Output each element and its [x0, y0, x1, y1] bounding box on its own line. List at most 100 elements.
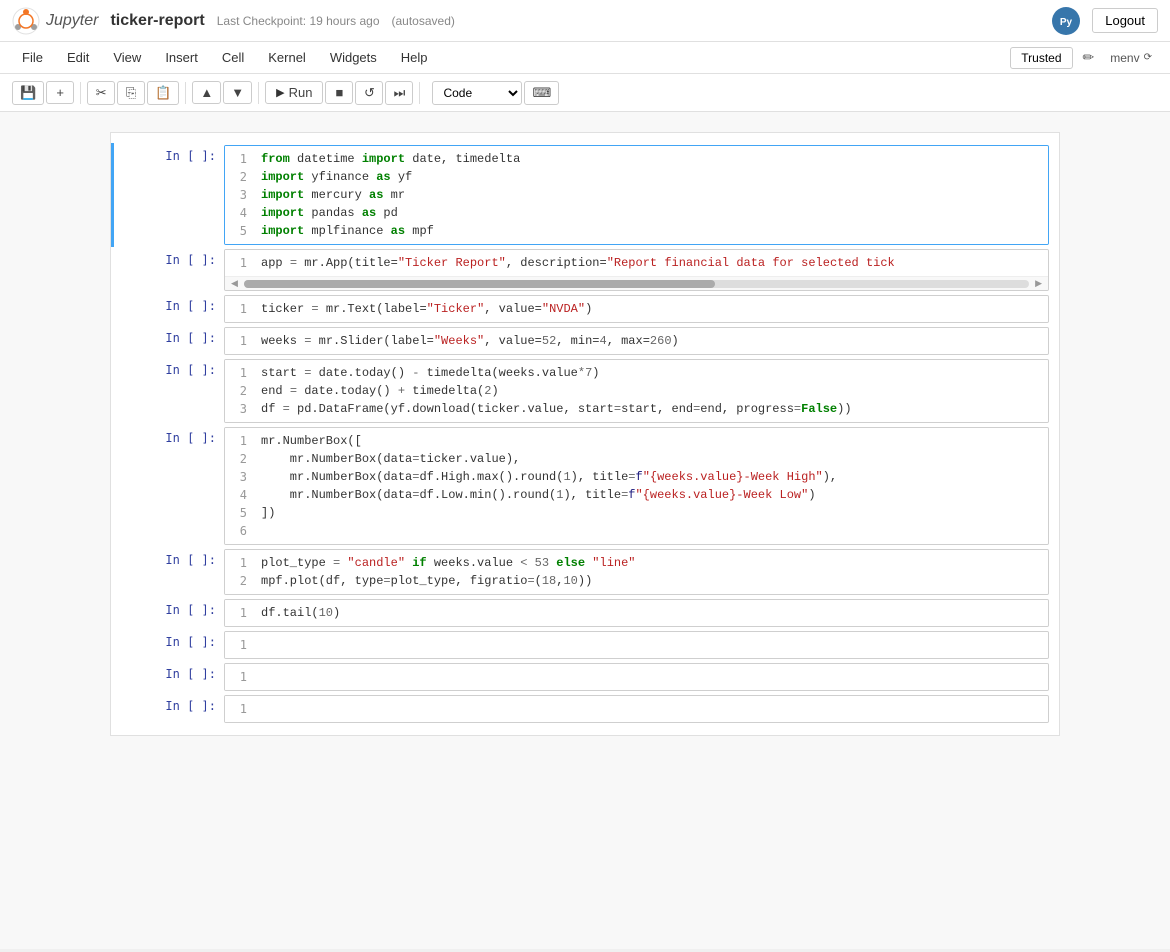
move-up-button[interactable]: ▲: [192, 81, 221, 104]
menu-kernel[interactable]: Kernel: [258, 46, 316, 69]
cell-1-content[interactable]: 12345 from datetime import date, timedel…: [224, 145, 1049, 245]
cell-1-label: In [ ]:: [114, 145, 224, 163]
menu-cell[interactable]: Cell: [212, 46, 254, 69]
scroll-track[interactable]: [244, 280, 1029, 288]
cell-1-line-numbers: 12345: [225, 146, 255, 244]
restart-button[interactable]: ↺: [355, 81, 383, 105]
cell-8-code[interactable]: df.tail(10): [255, 600, 1048, 626]
cell-7-code[interactable]: plot_type = "candle" if weeks.value < 53…: [255, 550, 1048, 594]
menu-help[interactable]: Help: [391, 46, 438, 69]
cell-7[interactable]: In [ ]: 12 plot_type = "candle" if weeks…: [111, 547, 1059, 597]
cell-11-content[interactable]: 1: [224, 695, 1049, 723]
cell-5-content[interactable]: 123 start = date.today() - timedelta(wee…: [224, 359, 1049, 423]
cell-3-line-numbers: 1: [225, 296, 255, 322]
cell-3-code[interactable]: ticker = mr.Text(label="Ticker", value="…: [255, 296, 1048, 322]
cell-6[interactable]: In [ ]: 123456 mr.NumberBox([ mr.NumberB…: [111, 425, 1059, 547]
cell-3[interactable]: In [ ]: 1 ticker = mr.Text(label="Ticker…: [111, 293, 1059, 325]
cell-8-line-numbers: 1: [225, 600, 255, 626]
menu-edit[interactable]: Edit: [57, 46, 99, 69]
cell-11[interactable]: In [ ]: 1: [111, 693, 1059, 725]
cell-2-code[interactable]: app = mr.App(title="Ticker Report", desc…: [255, 250, 1048, 276]
interrupt-button[interactable]: ■: [325, 81, 353, 104]
cell-11-code[interactable]: [255, 696, 1048, 722]
cell-9-line-numbers: 1: [225, 632, 255, 658]
cell-4-code[interactable]: weeks = mr.Slider(label="Weeks", value=5…: [255, 328, 1048, 354]
cell-4-content[interactable]: 1 weeks = mr.Slider(label="Weeks", value…: [224, 327, 1049, 355]
cell-6-code[interactable]: mr.NumberBox([ mr.NumberBox(data=ticker.…: [255, 428, 1048, 544]
cell-2-label: In [ ]:: [114, 249, 224, 267]
autosaved-text: (autosaved): [392, 14, 455, 28]
cell-10-content[interactable]: 1: [224, 663, 1049, 691]
cell-3-content[interactable]: 1 ticker = mr.Text(label="Ticker", value…: [224, 295, 1049, 323]
edit-pencil-button[interactable]: ✏: [1077, 47, 1101, 68]
scroll-right-icon[interactable]: ▶: [1033, 278, 1044, 289]
checkpoint-info: Last Checkpoint: 19 hours ago: [217, 14, 380, 28]
cell-2-line-numbers: 1: [225, 250, 255, 276]
separator-3: [258, 82, 259, 104]
python-logo: Py: [1052, 7, 1080, 35]
cell-10-code[interactable]: [255, 664, 1048, 690]
cell-7-line-numbers: 12: [225, 550, 255, 594]
cell-4[interactable]: In [ ]: 1 weeks = mr.Slider(label="Weeks…: [111, 325, 1059, 357]
paste-button[interactable]: 📋: [147, 81, 179, 105]
cell-8[interactable]: In [ ]: 1 df.tail(10): [111, 597, 1059, 629]
save-button[interactable]: 💾: [12, 81, 44, 105]
trusted-button[interactable]: Trusted: [1010, 47, 1072, 69]
cell-4-label: In [ ]:: [114, 327, 224, 345]
scroll-thumb: [244, 280, 715, 288]
cell-8-content[interactable]: 1 df.tail(10): [224, 599, 1049, 627]
jupyter-logo: Jupyter: [12, 7, 98, 35]
cell-3-label: In [ ]:: [114, 295, 224, 313]
cell-9-content[interactable]: 1: [224, 631, 1049, 659]
cell-9-code[interactable]: [255, 632, 1048, 658]
cell-2-scrollbar[interactable]: ◀ ▶: [225, 276, 1048, 290]
menu-file[interactable]: File: [12, 46, 53, 69]
cell-6-line-numbers: 123456: [225, 428, 255, 544]
cell-10[interactable]: In [ ]: 1: [111, 661, 1059, 693]
run-icon: ▶: [276, 86, 284, 99]
menubar: File Edit View Insert Cell Kernel Widget…: [0, 42, 1170, 74]
copy-button[interactable]: ⎘: [117, 81, 145, 105]
cell-1[interactable]: In [ ]: 12345 from datetime import date,…: [111, 143, 1059, 247]
cell-8-label: In [ ]:: [114, 599, 224, 617]
menu-insert[interactable]: Insert: [155, 46, 208, 69]
notebook-inner: In [ ]: 12345 from datetime import date,…: [110, 132, 1060, 736]
cell-4-line-numbers: 1: [225, 328, 255, 354]
jupyter-text: Jupyter: [46, 12, 98, 30]
cell-9[interactable]: In [ ]: 1: [111, 629, 1059, 661]
notebook-title[interactable]: ticker-report: [110, 12, 204, 30]
topbar: Jupyter ticker-report Last Checkpoint: 1…: [0, 0, 1170, 42]
toolbar: 💾 + ✂ ⎘ 📋 ▲ ▼ ▶ Run ■ ↺ ⏭ Code Markdown …: [0, 74, 1170, 112]
menu-view[interactable]: View: [103, 46, 151, 69]
separator-4: [419, 82, 420, 104]
scroll-left-icon[interactable]: ◀: [229, 278, 240, 289]
run-label: Run: [289, 85, 313, 100]
menv-button[interactable]: menv ⟳: [1104, 48, 1158, 68]
cell-9-label: In [ ]:: [114, 631, 224, 649]
svg-text:Py: Py: [1060, 17, 1073, 28]
cell-10-line-numbers: 1: [225, 664, 255, 690]
run-button[interactable]: ▶ Run: [265, 81, 323, 104]
cell-6-label: In [ ]:: [114, 427, 224, 445]
move-down-button[interactable]: ▼: [223, 81, 252, 104]
cell-1-code[interactable]: from datetime import date, timedelta imp…: [255, 146, 1048, 244]
keyboard-button[interactable]: ⌨: [524, 81, 559, 105]
restart-run-button[interactable]: ⏭: [385, 81, 413, 105]
logout-button[interactable]: Logout: [1092, 8, 1158, 33]
cut-button[interactable]: ✂: [87, 81, 115, 105]
cell-5[interactable]: In [ ]: 123 start = date.today() - timed…: [111, 357, 1059, 425]
cell-type-select[interactable]: Code Markdown Raw: [432, 81, 522, 105]
jupyter-icon: [12, 7, 40, 35]
cell-2[interactable]: In [ ]: 1 app = mr.App(title="Ticker Rep…: [111, 247, 1059, 293]
cell-11-line-numbers: 1: [225, 696, 255, 722]
cell-5-line-numbers: 123: [225, 360, 255, 422]
cell-2-content[interactable]: 1 app = mr.App(title="Ticker Report", de…: [224, 249, 1049, 291]
separator-2: [185, 82, 186, 104]
cell-6-content[interactable]: 123456 mr.NumberBox([ mr.NumberBox(data=…: [224, 427, 1049, 545]
add-cell-button[interactable]: +: [46, 81, 74, 104]
cell-5-code[interactable]: start = date.today() - timedelta(weeks.v…: [255, 360, 1048, 422]
notebook-container: In [ ]: 12345 from datetime import date,…: [0, 112, 1170, 949]
menu-widgets[interactable]: Widgets: [320, 46, 387, 69]
cell-7-content[interactable]: 12 plot_type = "candle" if weeks.value <…: [224, 549, 1049, 595]
cell-10-label: In [ ]:: [114, 663, 224, 681]
